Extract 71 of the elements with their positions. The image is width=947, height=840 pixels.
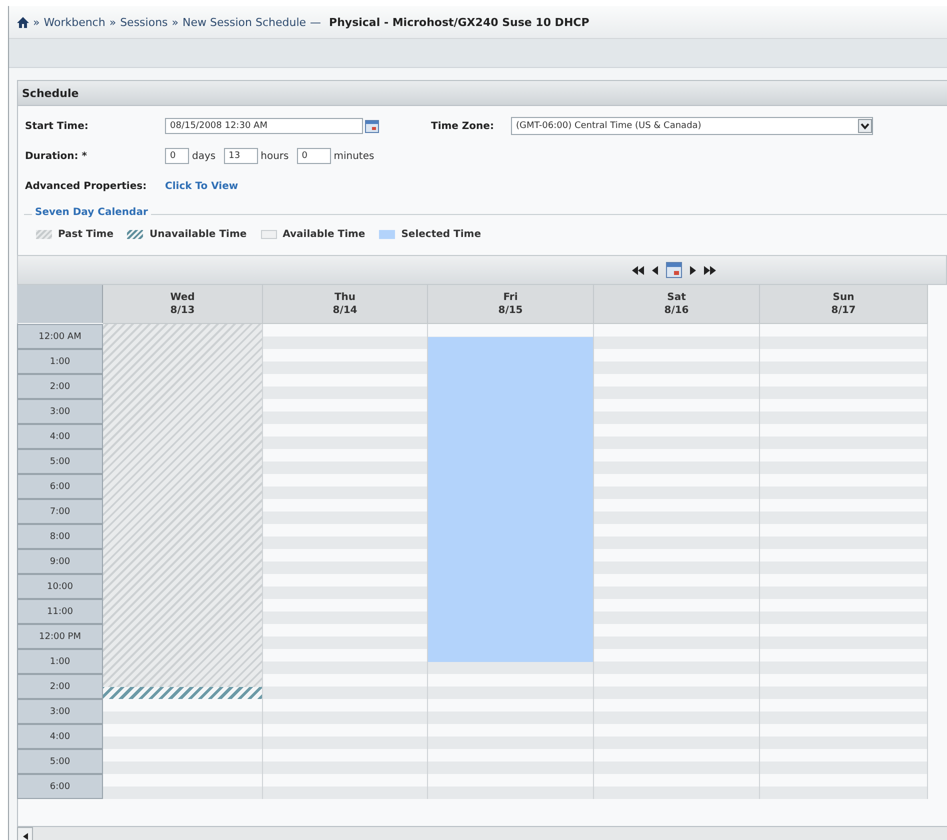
hour-label: 3:00 <box>17 399 103 424</box>
hour-label: 4:00 <box>17 424 103 449</box>
day-column[interactable] <box>103 324 263 799</box>
hour-label: 5:00 <box>17 749 103 774</box>
legend-label: Past Time <box>58 228 114 240</box>
unit-label: days <box>192 150 216 162</box>
home-icon[interactable] <box>17 16 29 28</box>
field-label: Duration: * <box>25 150 88 162</box>
time-zone-select[interactable]: (GMT-06:00) Central Time (US & Canada) <box>511 117 873 135</box>
breadcrumb-link[interactable]: Sessions <box>120 16 168 28</box>
legend-swatch-icon <box>379 230 396 238</box>
legend-label: Selected Time <box>401 228 481 240</box>
unit-label: minutes <box>334 150 374 162</box>
hour-label: 12:00 PM <box>17 624 103 649</box>
hour-label: 6:00 <box>17 774 103 799</box>
hour-label: 9:00 <box>17 549 103 574</box>
day-date: 8/16 <box>664 304 689 317</box>
day-name: Sat <box>667 291 686 304</box>
breadcrumb-link[interactable]: Workbench <box>44 16 106 28</box>
day-column[interactable] <box>428 324 594 799</box>
day-name: Fri <box>503 291 518 304</box>
hour-label: 10:00 <box>17 574 103 599</box>
unit-label: hours <box>260 150 289 162</box>
duration-field[interactable]: 13 <box>224 148 258 164</box>
duration-field[interactable]: 0 <box>296 148 331 164</box>
duration-field[interactable]: 0 <box>165 148 189 164</box>
hour-label: 11:00 <box>17 599 103 624</box>
legend-label: Unavailable Time <box>149 228 247 240</box>
calendar-title: Seven Day Calendar <box>32 207 151 218</box>
page-title: Physical - Microhost/GX240 Suse 10 DHCP <box>329 16 590 28</box>
day-date: 8/15 <box>498 304 523 317</box>
breadcrumb-separator: » <box>109 16 116 28</box>
start-time-field[interactable]: 08/15/2008 12:30 AM <box>165 118 363 134</box>
calendar-icon[interactable] <box>365 120 379 132</box>
hour-label: 3:00 <box>17 699 103 724</box>
scroll-left-button[interactable] <box>17 827 33 840</box>
day-name: Wed <box>170 291 195 304</box>
hour-label: 4:00 <box>17 724 103 749</box>
last-page-icon[interactable] <box>704 266 716 274</box>
day-name: Thu <box>334 291 356 304</box>
legend-swatch-icon <box>36 230 52 238</box>
hour-label: 7:00 <box>17 499 103 524</box>
legend-swatch-icon <box>260 230 277 238</box>
hour-label: 2:00 <box>17 674 103 699</box>
first-page-icon[interactable] <box>632 266 644 274</box>
hour-label: 5:00 <box>17 449 103 474</box>
calendar-icon[interactable] <box>666 262 682 278</box>
legend-swatch-icon <box>127 230 144 238</box>
field-label: Advanced Properties: <box>25 180 148 192</box>
panel-title: Schedule <box>18 81 947 106</box>
left-arrow-icon <box>22 832 28 840</box>
breadcrumb-link[interactable]: New Session Schedule <box>182 16 306 28</box>
hour-label: 12:00 AM <box>17 324 103 349</box>
breadcrumb-separator: » <box>172 16 179 28</box>
field-label: Time Zone: <box>431 120 495 132</box>
dropdown-icon <box>858 119 872 133</box>
hour-label: 1:00 <box>17 649 103 674</box>
hour-label: 1:00 <box>17 349 103 374</box>
field-label: Start Time: <box>25 120 90 132</box>
breadcrumb-dash: — <box>310 16 322 28</box>
day-date: 8/14 <box>332 304 358 317</box>
breadcrumb-separator: » <box>33 16 40 28</box>
day-date: 8/13 <box>170 304 195 317</box>
hour-label: 8:00 <box>17 524 103 549</box>
legend-label: Available Time <box>282 228 366 240</box>
hour-label: 2:00 <box>17 374 103 399</box>
unavailable-time-block[interactable] <box>103 686 262 699</box>
hour-label: 6:00 <box>17 474 103 499</box>
day-name: Sun <box>832 291 854 304</box>
day-date: 8/17 <box>831 304 856 317</box>
click-to-view-link[interactable]: Click To View <box>165 180 238 192</box>
